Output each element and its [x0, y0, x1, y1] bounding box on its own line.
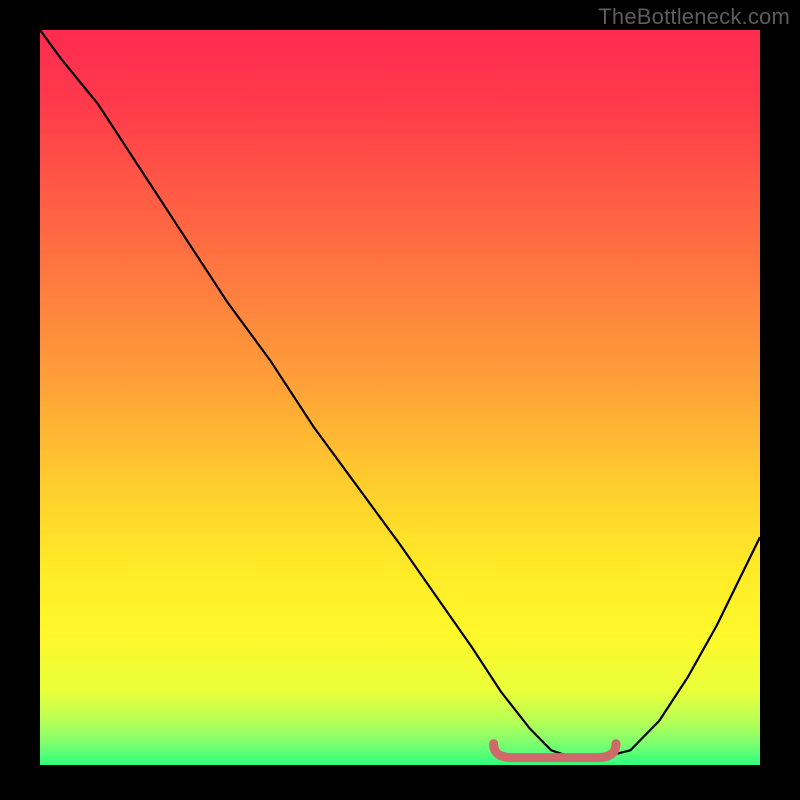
watermark-text: TheBottleneck.com — [598, 4, 790, 30]
plot-area — [40, 30, 760, 765]
bottleneck-curve — [40, 30, 760, 765]
plot-inner — [40, 30, 760, 765]
chart-frame: TheBottleneck.com — [0, 0, 800, 800]
curve-line — [40, 30, 760, 758]
